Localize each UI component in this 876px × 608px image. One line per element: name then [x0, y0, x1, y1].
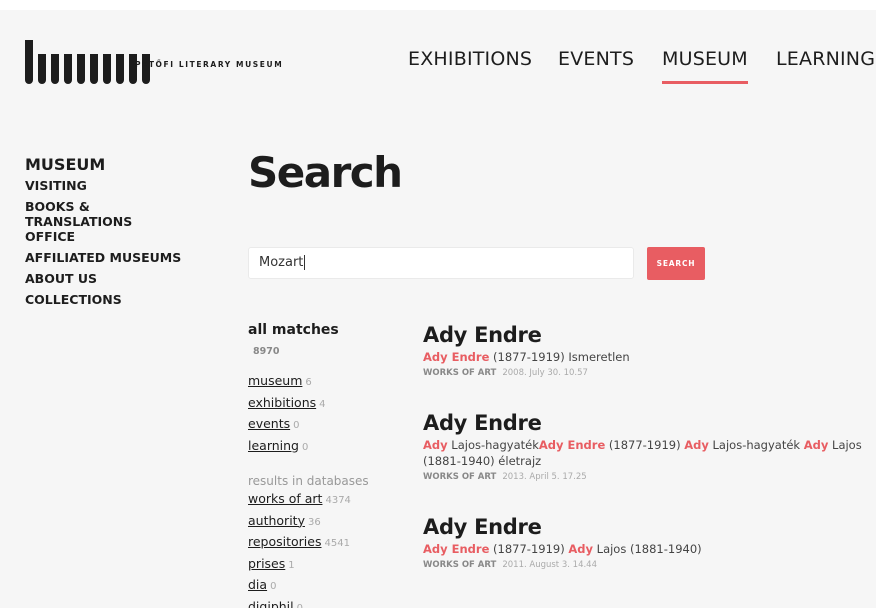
result-type: WORKS OF ART — [423, 472, 497, 482]
filter-link-digiphil[interactable]: digiphil — [248, 599, 294, 608]
filter-link-events[interactable]: events — [248, 416, 290, 431]
result-snippet: Ady Endre (1877-1919) Ady Lajos (1881-19… — [423, 541, 863, 557]
page-title: Search — [248, 148, 403, 197]
snippet-highlight: Ady — [423, 438, 448, 452]
filter-count: 0 — [293, 420, 300, 431]
text-caret — [304, 255, 306, 270]
snippet-highlight: Ady Endre — [538, 438, 606, 452]
nav-item-museum[interactable]: MUSEUM — [662, 48, 748, 84]
filter-count: 36 — [307, 516, 321, 528]
site-filters: museum 6 exhibitions 4 events 0 learning 0 — [248, 371, 398, 457]
sidebar-item-affiliated-museums[interactable]: AFFILIATED MUSEUMS — [25, 250, 185, 265]
filter-count: 4 — [319, 398, 326, 410]
snippet-highlight: Ady — [568, 542, 593, 556]
filter-link-works-of-art[interactable]: works of art — [248, 491, 322, 506]
museum-logo-icon[interactable] — [25, 40, 150, 84]
snippet-highlight: Ady Endre — [423, 542, 490, 556]
filter-count: 6 — [305, 377, 312, 388]
snippet-highlight: Ady — [803, 438, 829, 452]
nav-item-exhibitions[interactable]: EXHIBITIONS — [408, 48, 532, 84]
snippet-text: (1877-1919) — [605, 438, 685, 452]
filter-count: 4541 — [324, 538, 350, 549]
filter-count: 1 — [288, 559, 295, 571]
filter-learning: learning 0 — [248, 436, 398, 458]
sidebar-item-about-us[interactable]: ABOUT US — [25, 271, 185, 286]
filter-count: 4374 — [325, 495, 351, 506]
result-date: 2013. April 5. 17.25 — [502, 472, 587, 482]
filter-works-of-art: works of art 4374 — [248, 489, 398, 511]
result-title[interactable]: Ady Endre — [423, 514, 863, 540]
filter-link-dia[interactable]: dia — [248, 577, 267, 592]
filter-panel: all matches 8970 museum 6 exhibitions 4 ev… — [248, 322, 398, 608]
result-snippet: Ady Lajos-hagyatékAdy Endre (1877-1919) … — [423, 437, 863, 469]
filter-link-repositories[interactable]: repositories — [248, 534, 322, 549]
search-input[interactable]: Mozart — [248, 247, 634, 279]
result-title[interactable]: Ady Endre — [423, 410, 863, 436]
result-snippet: Ady Endre (1877-1919) Ismeretlen — [423, 349, 863, 365]
filter-events: events 0 — [248, 414, 398, 436]
filter-dia: dia 0 — [248, 575, 398, 597]
databases-label: results in databases — [248, 474, 369, 488]
result-meta: WORKS OF ART 2008. July 30. 10.57 — [423, 368, 863, 378]
nav-item-events[interactable]: EVENTS — [558, 48, 634, 84]
top-strip — [0, 0, 876, 10]
snippet-text: (1877-1919) Ismeretlen — [489, 350, 630, 364]
snippet-text: Lajos-hagyaték — [447, 438, 539, 452]
search-results: Ady Endre Ady Endre (1877-1919) Ismeretle… — [423, 322, 863, 602]
snippet-highlight: Ady Endre — [423, 350, 490, 364]
filter-link-learning[interactable]: learning — [248, 438, 299, 453]
filter-count: 0 — [302, 441, 309, 453]
result-item: Ady Endre Ady Endre (1877-1919) Ady Lajos… — [423, 514, 863, 570]
result-item: Ady Endre Ady Endre (1877-1919) Ismeretle… — [423, 322, 863, 378]
filter-digiphil: digiphil 0 — [248, 597, 398, 608]
filter-museum: museum 6 — [248, 371, 398, 393]
result-type: WORKS OF ART — [423, 368, 497, 378]
filter-link-exhibitions[interactable]: exhibitions — [248, 395, 316, 410]
snippet-text: Lajos (1881-1940) — [593, 542, 702, 556]
snippet-highlight: Ady — [684, 438, 709, 452]
database-filters: works of art 4374 authority 36 repositorie… — [248, 489, 398, 608]
filter-link-prises[interactable]: prises — [248, 556, 285, 571]
sidebar-title[interactable]: MUSEUM — [25, 156, 185, 174]
sidebar: MUSEUM VISITING BOOKS & TRANSLATIONS OFF… — [25, 156, 185, 308]
sidebar-item-books-translations[interactable]: BOOKS & TRANSLATIONS OFFICE — [25, 199, 185, 244]
result-title[interactable]: Ady Endre — [423, 322, 863, 348]
result-type: WORKS OF ART — [423, 560, 497, 570]
brand-name[interactable]: PETŐFI LITERARY MUSEUM — [135, 60, 283, 69]
all-matches-heading[interactable]: all matches — [248, 322, 398, 338]
filter-link-museum[interactable]: museum — [248, 373, 302, 388]
filter-link-authority[interactable]: authority — [248, 513, 305, 528]
nav-item-learning[interactable]: LEARNING — [776, 48, 875, 84]
sidebar-item-visiting[interactable]: VISITING — [25, 178, 185, 193]
snippet-text: (1877-1919) — [489, 542, 569, 556]
filter-prises: prises 1 — [248, 554, 398, 576]
search-button[interactable]: SEARCH — [647, 247, 705, 280]
filter-authority: authority 36 — [248, 511, 398, 533]
result-date: 2011. August 3. 14.44 — [502, 560, 597, 570]
filter-repositories: repositories 4541 — [248, 532, 398, 554]
result-meta: WORKS OF ART 2011. August 3. 14.44 — [423, 560, 863, 570]
snippet-text: Lajos-hagyaték — [708, 438, 804, 452]
filter-count: 0 — [296, 602, 303, 608]
result-meta: WORKS OF ART 2013. April 5. 17.25 — [423, 472, 863, 482]
filter-exhibitions: exhibitions 4 — [248, 393, 398, 415]
result-item: Ady Endre Ady Lajos-hagyatékAdy Endre (18… — [423, 410, 863, 482]
sidebar-item-collections[interactable]: COLLECTIONS — [25, 292, 185, 307]
search-input-value: Mozart — [259, 255, 304, 270]
result-date: 2008. July 30. 10.57 — [502, 368, 588, 378]
filter-count: 0 — [270, 581, 277, 592]
total-count: 8970 — [253, 346, 280, 357]
